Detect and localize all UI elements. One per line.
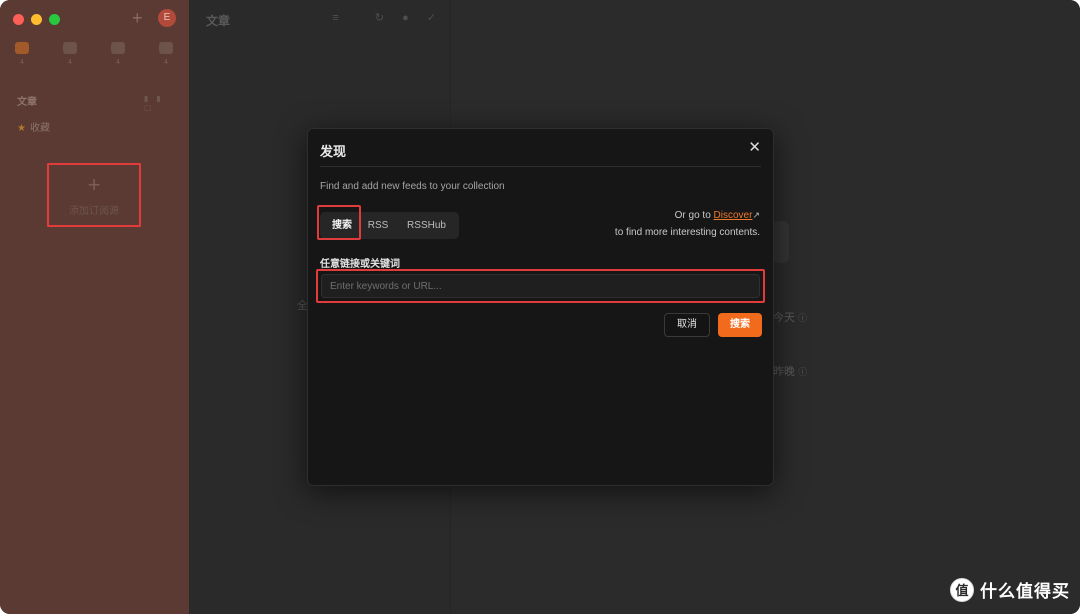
field-highlight-box: [316, 269, 765, 303]
discover-hint-line: Or go to Discover↗: [615, 207, 760, 224]
tab-rsshub[interactable]: RSSHub: [400, 212, 453, 239]
dialog-title: 发现: [320, 144, 347, 159]
close-icon[interactable]: ✕: [748, 139, 761, 157]
goto-suffix: to find more interesting contents.: [614, 227, 760, 238]
watermark-text: 什么值得买: [980, 582, 1070, 601]
discover-hint: Or go to Discover↗ to find more interest…: [615, 207, 760, 241]
app-window: + E 4 4 4 4 文章 ▮▮ ▢ ★ 收藏 + 添加订阅源 文章 ≡ ↻ …: [0, 0, 1080, 614]
goto-prefix: Or go to: [674, 210, 714, 221]
cancel-button[interactable]: 取消: [664, 313, 710, 337]
discover-dialog: 发现 ✕ Find and add new feeds to your coll…: [307, 128, 774, 486]
external-link-icon: ↗: [752, 210, 760, 220]
field-label: 任意链接或关键词: [320, 259, 400, 270]
keyword-url-input[interactable]: [321, 274, 760, 298]
tab-rss[interactable]: RSS: [362, 212, 394, 239]
discover-link[interactable]: Discover: [714, 210, 753, 221]
smzdm-logo-icon: 值: [950, 577, 974, 602]
watermark: 值 什么值得买: [950, 577, 1070, 602]
divider: [320, 166, 761, 167]
dialog-subtitle: Find and add new feeds to your collectio…: [320, 181, 505, 192]
search-button[interactable]: 搜索: [718, 313, 762, 337]
tab-highlight-box: [317, 205, 361, 240]
